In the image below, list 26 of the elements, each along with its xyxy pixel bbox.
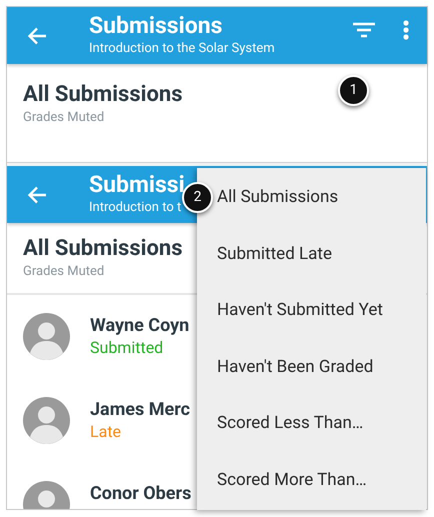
menu-item[interactable]: Submitted Late: [217, 240, 332, 268]
back-arrow-icon[interactable]: [27, 186, 47, 204]
list-title: All Submissions: [23, 81, 182, 109]
avatar: [23, 397, 70, 444]
student-name: Wayne Coyn: [90, 315, 190, 337]
student-name: Conor Obers: [90, 483, 192, 505]
submission-status: Late: [90, 421, 122, 443]
menu-item[interactable]: Haven't Submitted Yet: [217, 296, 383, 324]
avatar: [23, 313, 70, 360]
menu-item[interactable]: Scored Less Than…: [217, 409, 364, 437]
list-title: All Submissions: [23, 235, 182, 263]
submission-status: Submitted: [90, 337, 164, 359]
screen-title: Submissions: [89, 12, 222, 40]
list-subtitle: Grades Muted: [23, 263, 104, 281]
course-subtitle: Introduction to the Solar System: [89, 40, 275, 58]
filter-icon[interactable]: [353, 22, 375, 38]
menu-item[interactable]: Haven't Been Graded: [217, 352, 374, 380]
menu-item[interactable]: Scored More Than…: [217, 466, 367, 494]
screen-title: Submissi: [89, 170, 185, 198]
course-subtitle: Introduction to t: [89, 198, 182, 216]
more-options-icon[interactable]: [403, 20, 409, 40]
menu-item[interactable]: All Submissions: [217, 183, 338, 211]
back-arrow-icon[interactable]: [27, 26, 47, 44]
student-name: James Merc: [90, 399, 190, 421]
list-subtitle: Grades Muted: [23, 109, 104, 127]
callout-badge: 1: [338, 75, 369, 106]
